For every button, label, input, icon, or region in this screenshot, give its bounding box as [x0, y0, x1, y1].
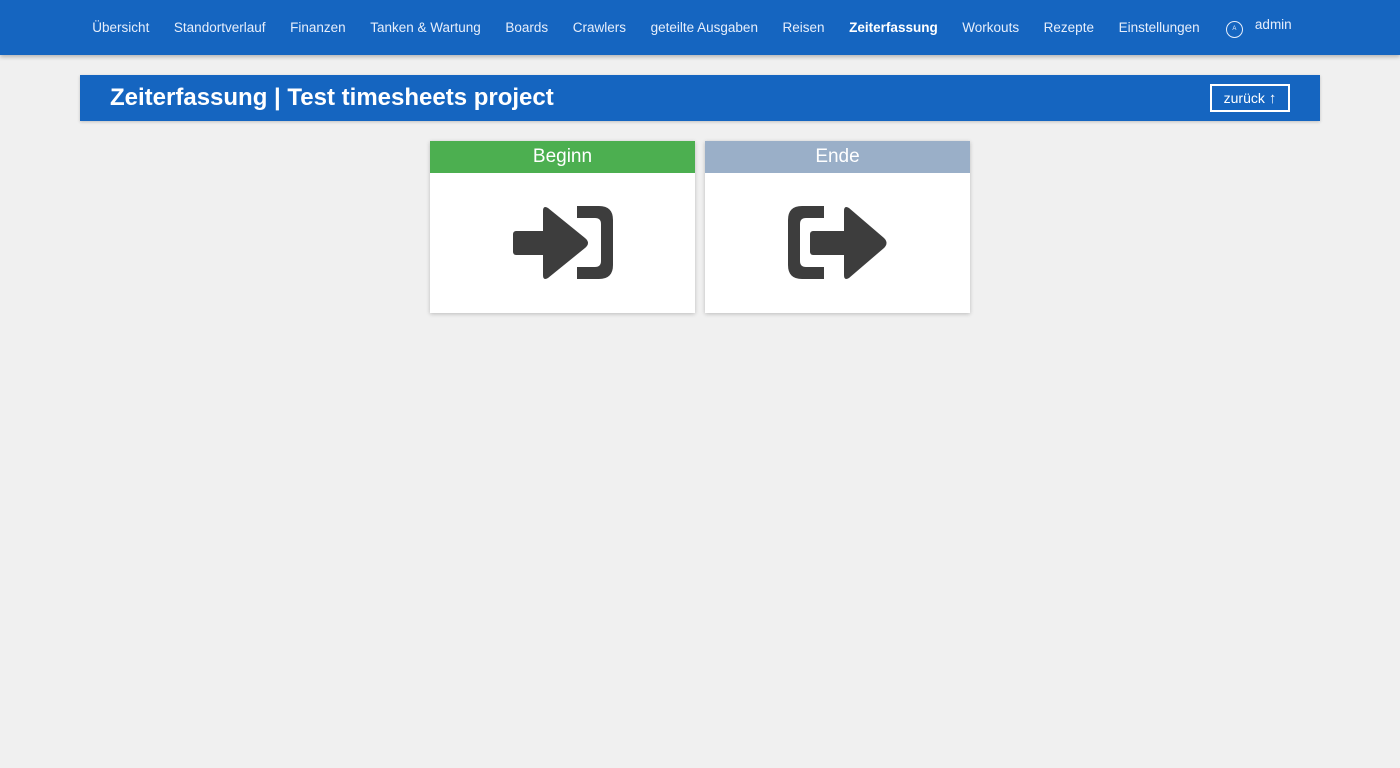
avatar: A: [1225, 20, 1243, 38]
nav-item-geteilte-ausgaben[interactable]: geteilte Ausgaben: [638, 20, 770, 35]
sign-out-icon: [787, 206, 886, 279]
top-navbar: Übersicht Standortverlauf Finanzen Tanke…: [0, 0, 1400, 55]
nav-item-standortverlauf[interactable]: Standortverlauf: [162, 20, 278, 35]
nav-item-rezepte[interactable]: Rezepte: [1031, 20, 1106, 35]
nav-item-einstellungen[interactable]: Einstellungen: [1106, 20, 1212, 35]
nav-item-finanzen[interactable]: Finanzen: [278, 20, 358, 35]
start-card[interactable]: Beginn: [430, 141, 695, 313]
arrow-up-icon: ↑: [1268, 89, 1277, 107]
user-name: admin: [1254, 17, 1292, 32]
nav-item-reisen[interactable]: Reisen: [770, 20, 837, 35]
nav-item-tanken-wartung[interactable]: Tanken & Wartung: [358, 20, 493, 35]
end-card-label: Ende: [705, 141, 970, 173]
nav-menu: Übersicht Standortverlauf Finanzen Tanke…: [80, 0, 1292, 55]
sign-in-icon: [512, 206, 613, 279]
back-button-label: zurück: [1223, 90, 1265, 106]
page-title: Zeiterfassung | Test timesheets project: [110, 84, 554, 111]
page-header: Zeiterfassung | Test timesheets project …: [80, 75, 1320, 121]
nav-item-uebersicht[interactable]: Übersicht: [80, 20, 162, 35]
user-menu[interactable]: A admin: [1212, 17, 1292, 38]
end-card[interactable]: Ende: [705, 141, 970, 313]
nav-item-crawlers[interactable]: Crawlers: [560, 20, 638, 35]
start-card-label: Beginn: [430, 141, 695, 173]
nav-item-boards[interactable]: Boards: [493, 20, 560, 35]
nav-item-workouts[interactable]: Workouts: [950, 20, 1031, 35]
back-button[interactable]: zurück ↑: [1210, 84, 1290, 112]
nav-item-zeiterfassung[interactable]: Zeiterfassung: [837, 20, 950, 35]
